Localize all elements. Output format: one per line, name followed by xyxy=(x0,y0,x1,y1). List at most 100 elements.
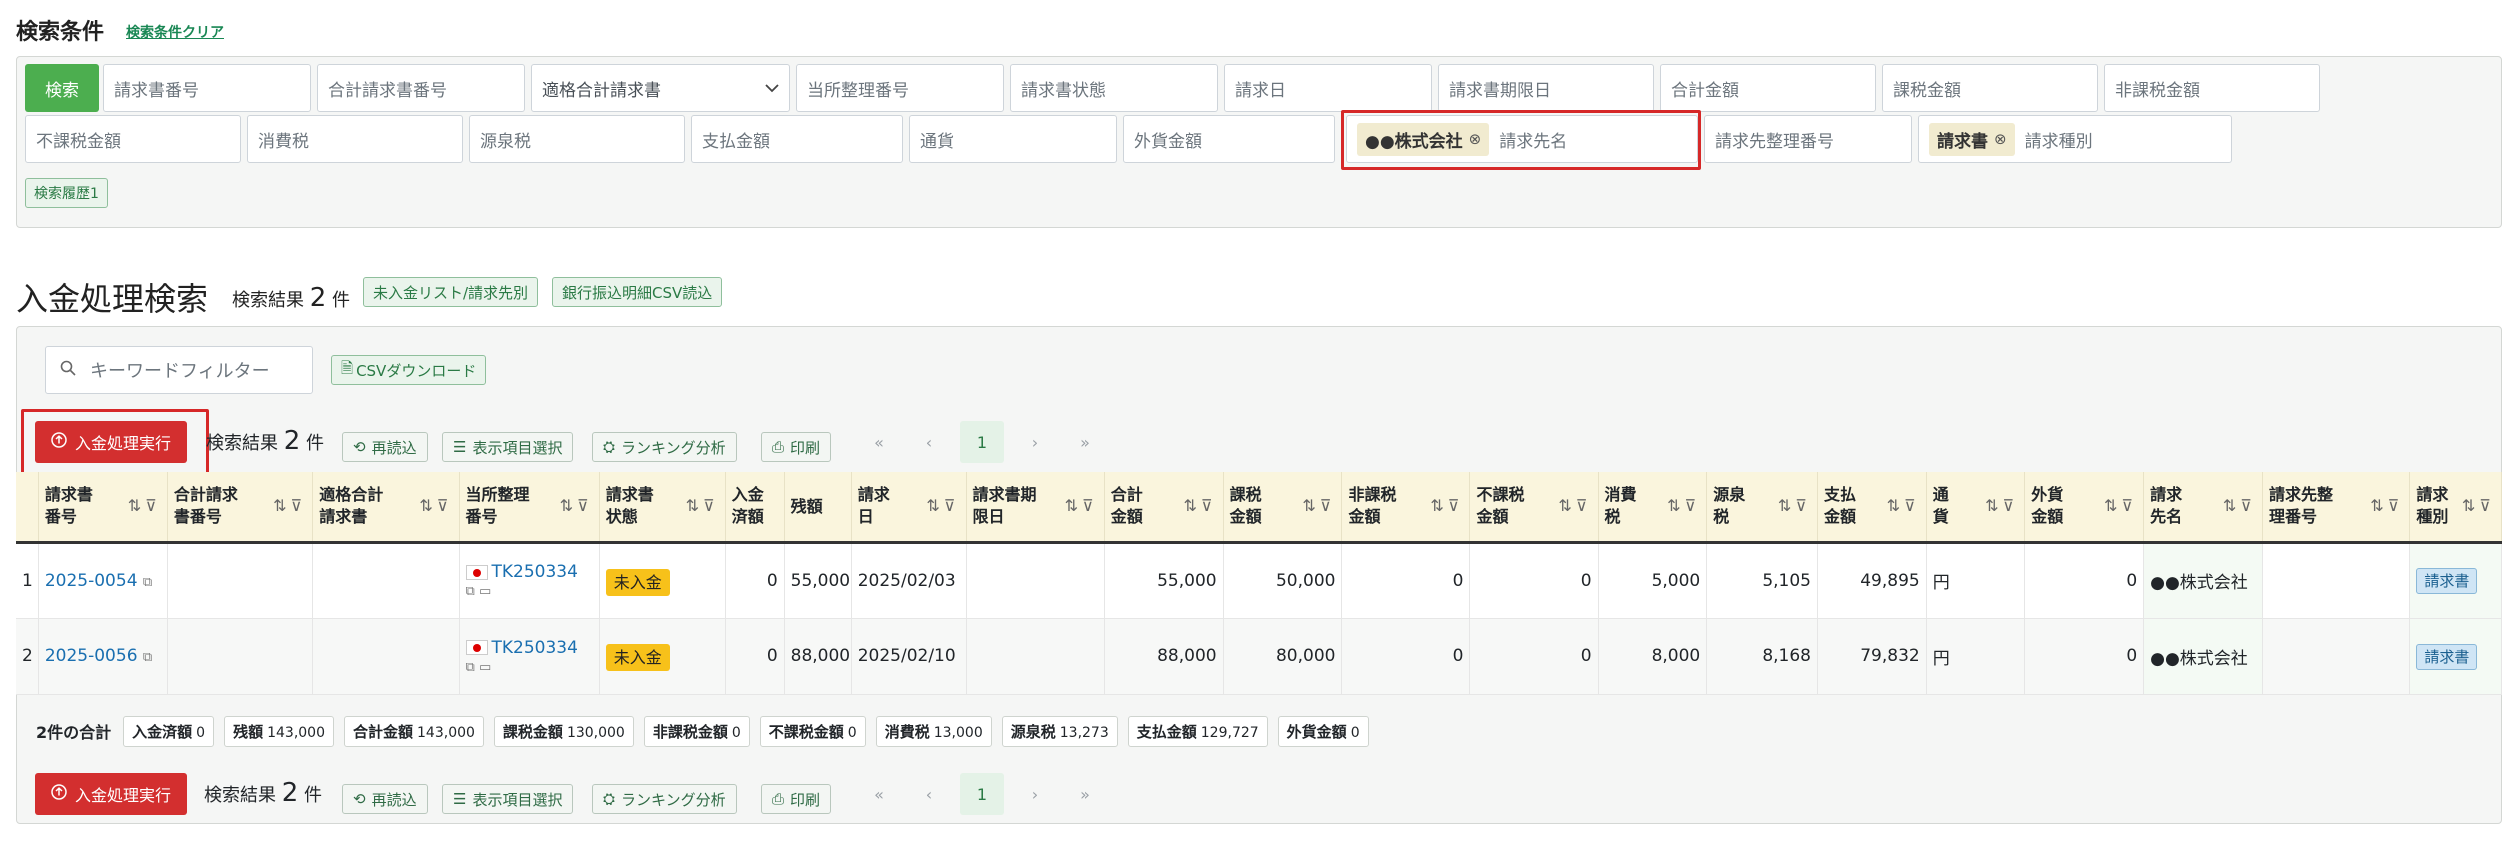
client-name-input[interactable]: ●●株式会社 ⊗ 請求先名 xyxy=(1346,115,1698,163)
consumption-tax-input[interactable]: 消費税 xyxy=(247,115,463,163)
filter-icon[interactable]: ⊽ xyxy=(2121,496,2137,515)
currency-input[interactable]: 通貨 xyxy=(909,115,1117,163)
column-header[interactable]: 課税 金額 ⇅⊽ xyxy=(1223,472,1343,544)
copy-icon[interactable]: ⧉ xyxy=(466,660,475,675)
office-ref-cell[interactable]: TK250334 ⧉ ▭ xyxy=(459,618,600,695)
filter-icon[interactable]: ⊽ xyxy=(1795,496,1811,515)
page-current[interactable]: 1 xyxy=(960,773,1004,815)
column-header[interactable]: 外貨 金額 ⇅⊽ xyxy=(2024,472,2145,544)
filter-icon[interactable]: ⊽ xyxy=(2240,496,2256,515)
sort-icon[interactable]: ⇅ xyxy=(926,496,943,515)
invoice-number-link[interactable]: 2025-0054 xyxy=(45,571,138,591)
filter-icon[interactable]: ⊽ xyxy=(145,496,161,515)
payment-amount-input[interactable]: 支払金額 xyxy=(691,115,903,163)
page-first-button[interactable]: « xyxy=(854,773,904,815)
print-button[interactable]: ⎙ 印刷 xyxy=(761,432,832,462)
sort-filter-icons[interactable]: ⇅⊽ xyxy=(2104,495,2137,517)
filter-icon[interactable]: ⊽ xyxy=(1685,496,1701,515)
sort-filter-icons[interactable]: ⇅⊽ xyxy=(926,495,959,517)
filter-icon[interactable]: ⊽ xyxy=(437,496,453,515)
page-first-button[interactable]: « xyxy=(854,421,904,463)
office-ref-cell[interactable]: TK250334 ⧉ ▭ xyxy=(459,542,600,619)
sort-filter-icons[interactable]: ⇅⊽ xyxy=(1065,495,1098,517)
sort-icon[interactable]: ⇅ xyxy=(128,496,145,515)
reload-button[interactable]: ⟲ 再読込 xyxy=(342,784,428,814)
window-icon[interactable]: ▭ xyxy=(479,660,491,675)
filter-icon[interactable]: ⊽ xyxy=(1576,496,1592,515)
execute-payment-button[interactable]: 入金処理実行 xyxy=(35,421,188,463)
invoice-date-input[interactable]: 請求日 xyxy=(1224,64,1432,112)
remove-chip-icon[interactable]: ⊗ xyxy=(1994,130,2007,148)
column-header[interactable]: 合計請求 書番号 ⇅⊽ xyxy=(167,472,314,544)
column-header[interactable]: 入金 済額 xyxy=(725,472,785,544)
copy-icon[interactable]: ⧉ xyxy=(143,575,152,590)
foreign-amount-input[interactable]: 外貨金額 xyxy=(1123,115,1335,163)
sort-icon[interactable]: ⇅ xyxy=(1065,496,1082,515)
withholding-tax-input[interactable]: 源泉税 xyxy=(469,115,685,163)
ranking-button[interactable]: ⛭ ランキング分析 xyxy=(592,784,737,814)
invoice-number-cell[interactable]: 2025-0054 ⧉ xyxy=(38,542,168,619)
column-header[interactable]: 請求書期 限日 ⇅⊽ xyxy=(966,472,1105,544)
sort-icon[interactable]: ⇅ xyxy=(1558,496,1575,515)
column-select-button[interactable]: ☰ 表示項目選択 xyxy=(442,784,574,814)
sort-filter-icons[interactable]: ⇅⊽ xyxy=(1667,495,1700,517)
clear-search-link[interactable]: 検索条件クリア xyxy=(126,22,224,42)
column-header[interactable]: 当所整理 番号 ⇅⊽ xyxy=(459,472,600,544)
column-header[interactable]: 通貨 ⇅⊽ xyxy=(1926,472,2026,544)
due-date-input[interactable]: 請求書期限日 xyxy=(1438,64,1654,112)
sort-filter-icons[interactable]: ⇅⊽ xyxy=(1302,495,1335,517)
table-row[interactable]: 2 2025-0056 ⧉ TK250334 ⧉ ▭ 未入金 0 88,000 2025/02… xyxy=(16,618,2502,695)
page-next-button[interactable]: › xyxy=(1010,421,1060,463)
sort-filter-icons[interactable]: ⇅⊽ xyxy=(2223,495,2256,517)
column-header[interactable]: 請求 種別 ⇅⊽ xyxy=(2409,472,2502,544)
sort-filter-icons[interactable]: ⇅⊽ xyxy=(1430,495,1463,517)
office-ref-link[interactable]: TK250334 xyxy=(492,638,578,658)
page-last-button[interactable]: » xyxy=(1060,773,1110,815)
sort-icon[interactable]: ⇅ xyxy=(1667,496,1684,515)
page-next-button[interactable]: › xyxy=(1010,773,1060,815)
filter-icon[interactable]: ⊽ xyxy=(944,496,960,515)
column-header[interactable]: 源泉税 ⇅⊽ xyxy=(1706,472,1818,544)
sort-filter-icons[interactable]: ⇅⊽ xyxy=(1183,495,1216,517)
sort-filter-icons[interactable]: ⇅⊽ xyxy=(1778,495,1811,517)
table-row[interactable]: 1 2025-0054 ⧉ TK250334 ⧉ ▭ 未入金 0 55,000 2025/02… xyxy=(16,542,2502,619)
page-prev-button[interactable]: ‹ xyxy=(904,421,954,463)
column-header[interactable]: 支払 金額 ⇅⊽ xyxy=(1817,472,1927,544)
page-current[interactable]: 1 xyxy=(960,421,1004,463)
column-header[interactable]: 不課税 金額 ⇅⊽ xyxy=(1469,472,1599,544)
keyword-filter-input[interactable]: キーワードフィルター xyxy=(45,346,313,394)
filter-icon[interactable]: ⊽ xyxy=(290,496,306,515)
remove-chip-icon[interactable]: ⊗ xyxy=(1469,130,1482,148)
invoice-number-link[interactable]: 2025-0056 xyxy=(45,646,138,666)
page-prev-button[interactable]: ‹ xyxy=(904,773,954,815)
sort-filter-icons[interactable]: ⇅⊽ xyxy=(1558,495,1591,517)
invoice-status-input[interactable]: 請求書状態 xyxy=(1010,64,1218,112)
sort-icon[interactable]: ⇅ xyxy=(1430,496,1447,515)
sort-icon[interactable]: ⇅ xyxy=(2223,496,2240,515)
filter-icon[interactable]: ⊽ xyxy=(1082,496,1098,515)
office-ref-link[interactable]: TK250334 xyxy=(492,562,578,582)
sort-icon[interactable]: ⇅ xyxy=(560,496,577,515)
sort-filter-icons[interactable]: ⇅⊽ xyxy=(2462,495,2495,517)
sort-filter-icons[interactable]: ⇅⊽ xyxy=(419,495,452,517)
untaxed-amount-input[interactable]: 不課税金額 xyxy=(25,115,241,163)
total-invoice-number-input[interactable]: 合計請求書番号 xyxy=(317,64,525,112)
sort-filter-icons[interactable]: ⇅⊽ xyxy=(2370,495,2403,517)
sort-filter-icons[interactable]: ⇅⊽ xyxy=(128,495,161,517)
sort-icon[interactable]: ⇅ xyxy=(419,496,436,515)
sort-icon[interactable]: ⇅ xyxy=(1302,496,1319,515)
filter-icon[interactable]: ⊽ xyxy=(1201,496,1217,515)
filter-icon[interactable]: ⊽ xyxy=(1448,496,1464,515)
invoice-number-input[interactable]: 請求書番号 xyxy=(103,64,311,112)
execute-payment-button[interactable]: 入金処理実行 xyxy=(35,773,188,815)
search-history-button[interactable]: 検索履歴1 xyxy=(25,178,108,208)
sort-icon[interactable]: ⇅ xyxy=(2370,496,2387,515)
sort-filter-icons[interactable]: ⇅⊽ xyxy=(686,495,719,517)
column-header[interactable]: 請求先整 理番号 ⇅⊽ xyxy=(2262,472,2411,544)
filter-icon[interactable]: ⊽ xyxy=(1904,496,1920,515)
column-header[interactable]: 請求 先名 ⇅⊽ xyxy=(2143,472,2264,544)
filter-icon[interactable]: ⊽ xyxy=(1320,496,1336,515)
sort-filter-icons[interactable]: ⇅⊽ xyxy=(560,495,593,517)
filter-icon[interactable]: ⊽ xyxy=(703,496,719,515)
sort-icon[interactable]: ⇅ xyxy=(1183,496,1200,515)
